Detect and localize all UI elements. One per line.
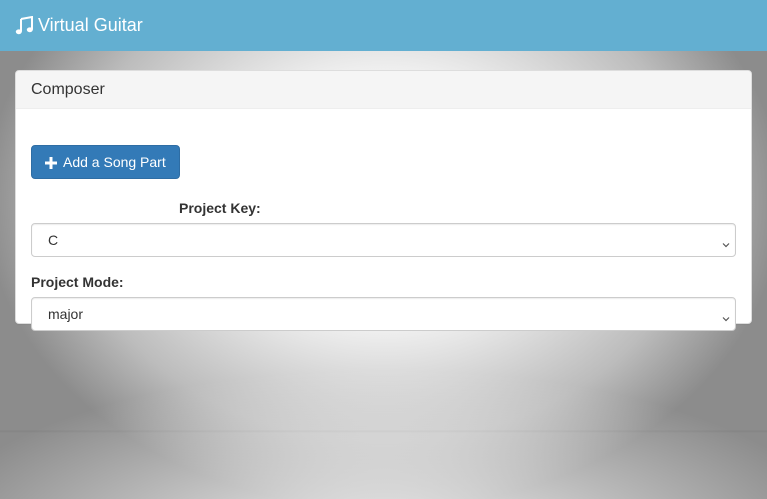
project-key-select[interactable]: C	[31, 223, 736, 257]
composer-title: Composer	[31, 81, 105, 98]
project-mode-select[interactable]: major	[31, 297, 736, 331]
brand-link[interactable]: Virtual Guitar	[15, 15, 143, 36]
project-mode-label: Project Mode:	[31, 274, 124, 290]
composer-panel: Composer Add a Song Part Project Key: C …	[15, 70, 752, 331]
plus-icon	[45, 156, 57, 169]
music-note-icon	[15, 15, 34, 35]
brand-label: Virtual Guitar	[38, 15, 143, 35]
navbar: Virtual Guitar	[0, 0, 767, 51]
project-key-value: C	[48, 232, 59, 248]
chevron-down-icon	[722, 236, 730, 248]
add-song-part-button[interactable]: Add a Song Part	[31, 145, 180, 179]
chevron-down-icon	[722, 310, 730, 322]
add-song-part-label: Add a Song Part	[63, 154, 166, 170]
project-mode-value: major	[48, 306, 84, 322]
composer-panel-heading: Composer	[16, 71, 751, 109]
project-key-label: Project Key:	[179, 200, 261, 216]
